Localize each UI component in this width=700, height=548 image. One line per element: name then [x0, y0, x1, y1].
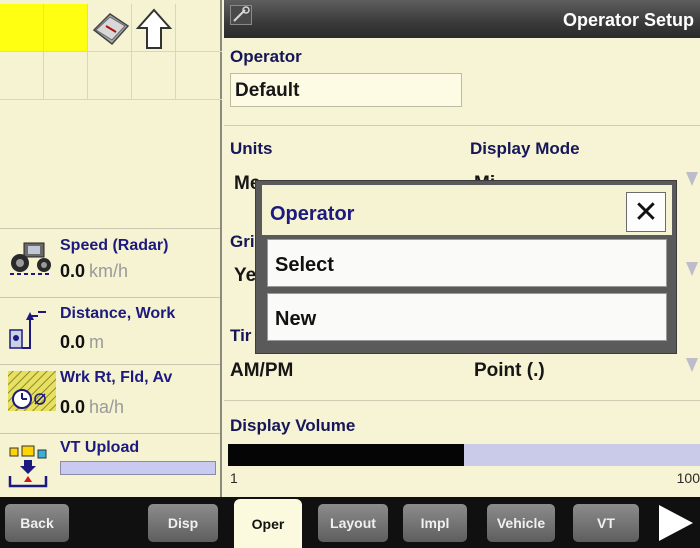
distance-icon: [9, 311, 46, 349]
tab-impl[interactable]: Impl: [403, 504, 467, 542]
page-title: Operator Setup: [562, 10, 694, 30]
distance-readout[interactable]: Distance, Work 0.0 m: [0, 298, 220, 364]
grid-cell[interactable]: [176, 52, 222, 100]
layout-grid-top: [0, 4, 222, 52]
vt-upload-label: VT Upload: [60, 439, 140, 456]
operator-field[interactable]: Default: [230, 73, 462, 107]
vt-upload-progress-bar: [60, 461, 216, 475]
grid-cell[interactable]: [132, 52, 176, 100]
grid-cell[interactable]: [44, 4, 88, 52]
operator-dialog: Operator ✕ Select New: [255, 180, 677, 354]
layout-grid-bottom: [0, 52, 222, 100]
select-operator-button[interactable]: Select: [267, 239, 667, 287]
work-rate-icon: [8, 371, 56, 411]
left-panel: Speed (Radar) 0.0 km/h Distance, Work 0.0…: [0, 0, 222, 497]
work-rate-value: 0.0 ha/h: [60, 397, 125, 417]
display-volume-label: Display Volume: [230, 416, 356, 435]
grid-cell[interactable]: [0, 52, 44, 100]
units-label: Units: [230, 139, 273, 158]
dropdown-arrow-icon[interactable]: [686, 262, 698, 276]
vt-upload-readout[interactable]: VT Upload: [0, 434, 220, 496]
grid-cell[interactable]: [176, 4, 222, 52]
work-rate-label: Wrk Rt, Fld, Av: [60, 369, 173, 386]
speed-readout[interactable]: Speed (Radar) 0.0 km/h: [0, 229, 220, 297]
decimal-dropdown[interactable]: Point (.): [474, 360, 545, 382]
display-volume-slider[interactable]: [228, 444, 700, 466]
bottom-nav-bar: Back Disp Oper Layout Impl Vehicle VT: [0, 497, 700, 548]
arrow-up-icon[interactable]: [132, 4, 176, 52]
back-button[interactable]: Back: [5, 504, 69, 542]
vt-upload-icon: [8, 445, 48, 488]
work-rate-readout[interactable]: Wrk Rt, Fld, Av 0.0 ha/h: [0, 365, 220, 433]
display-mode-label: Display Mode: [470, 139, 580, 158]
title-bar: Operator Setup: [224, 0, 700, 38]
operator-label: Operator: [230, 47, 302, 66]
tab-oper[interactable]: Oper: [234, 499, 302, 548]
next-arrow-icon[interactable]: [659, 505, 693, 541]
operator-value: Default: [235, 80, 300, 101]
dialog-header: Operator ✕: [262, 185, 672, 235]
volume-min-label: 1: [230, 470, 238, 486]
book-icon[interactable]: [88, 4, 132, 52]
distance-label: Distance, Work: [60, 305, 176, 322]
divider: [224, 400, 700, 401]
tractor-icon: [10, 242, 52, 275]
time-label: Tir: [230, 326, 252, 345]
grid-cell[interactable]: [0, 4, 44, 52]
close-icon[interactable]: ✕: [626, 192, 666, 232]
time-format-dropdown[interactable]: AM/PM: [230, 360, 293, 382]
tab-vehicle[interactable]: Vehicle: [487, 504, 555, 542]
grid-cell[interactable]: [88, 52, 132, 100]
volume-fill: [228, 444, 464, 466]
work-rate-unit: ha/h: [89, 397, 125, 417]
tab-layout[interactable]: Layout: [318, 504, 388, 542]
dropdown-arrow-icon[interactable]: [686, 358, 698, 372]
speed-value: 0.0 km/h: [60, 261, 129, 281]
settings-icon: [230, 5, 252, 25]
new-operator-button[interactable]: New: [267, 293, 667, 341]
dropdown-arrow-icon[interactable]: [686, 172, 698, 186]
grid-dropdown[interactable]: Ye: [234, 265, 256, 287]
tab-disp[interactable]: Disp: [148, 504, 218, 542]
divider: [224, 125, 700, 126]
dialog-title: Operator: [270, 203, 355, 225]
distance-unit: m: [89, 332, 105, 352]
distance-value: 0.0 m: [60, 332, 105, 352]
tab-vt[interactable]: VT: [573, 504, 639, 542]
speed-unit: km/h: [89, 261, 129, 281]
grid-cell[interactable]: [44, 52, 88, 100]
speed-label: Speed (Radar): [60, 237, 169, 254]
grid-label: Gri: [230, 232, 255, 251]
volume-max-label: 100: [676, 470, 700, 486]
